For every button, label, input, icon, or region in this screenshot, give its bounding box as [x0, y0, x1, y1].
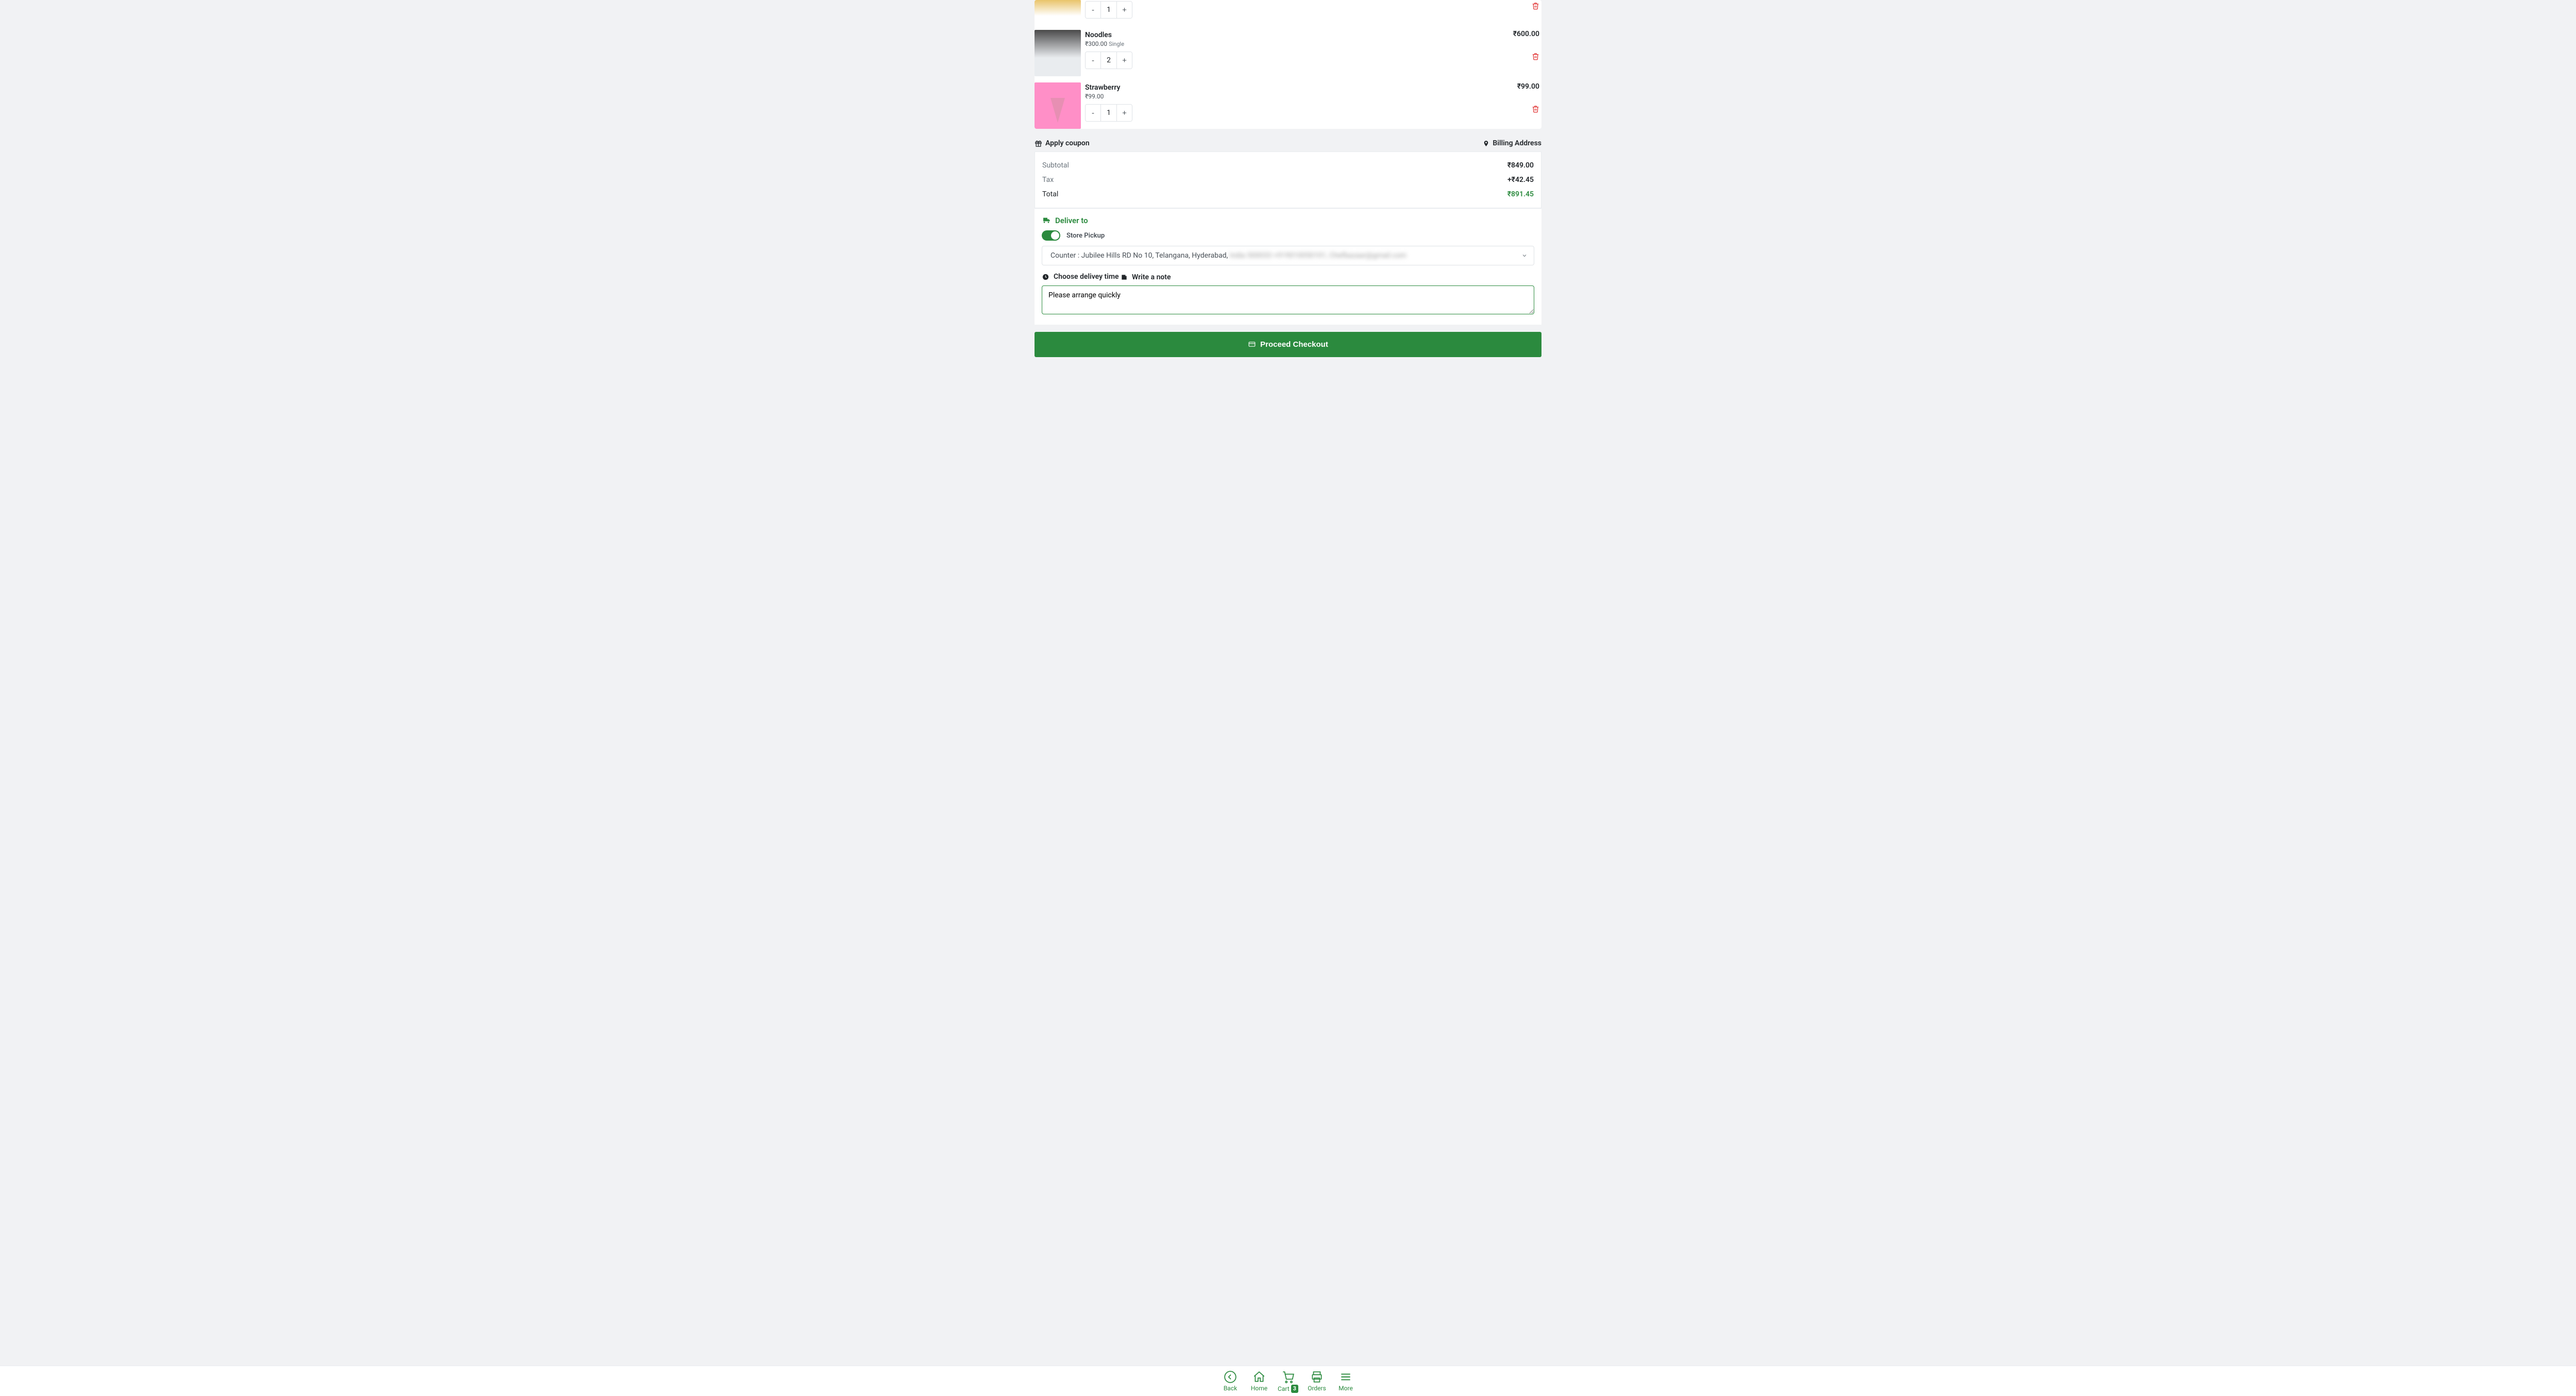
item-image: [1035, 82, 1081, 129]
back-icon: [1224, 1370, 1237, 1384]
nav-back-label: Back: [1224, 1385, 1237, 1392]
item-image: [1035, 30, 1081, 76]
nav-orders-label: Orders: [1308, 1385, 1326, 1392]
store-pickup-label: Store Pickup: [1066, 232, 1105, 240]
line-total: ₹99.00: [1480, 82, 1539, 91]
subtotal-label: Subtotal: [1042, 161, 1069, 170]
cart-icon: [1281, 1370, 1295, 1384]
clock-icon: [1042, 273, 1049, 281]
quantity-stepper[interactable]: - 1 +: [1085, 1, 1132, 19]
trash-icon[interactable]: [1532, 2, 1539, 10]
qty-plus-button[interactable]: +: [1116, 2, 1132, 18]
trash-icon[interactable]: [1532, 53, 1539, 60]
item-name: Noodles: [1085, 31, 1476, 39]
proceed-checkout-button[interactable]: Proceed Checkout: [1035, 332, 1541, 357]
item-price: ₹99.00: [1085, 93, 1476, 100]
qty-minus-button[interactable]: -: [1086, 2, 1101, 18]
subtotal-value: ₹849.00: [1507, 161, 1534, 170]
total-label: Total: [1042, 190, 1058, 198]
nav-more[interactable]: More: [1334, 1370, 1357, 1393]
nav-home[interactable]: Home: [1248, 1370, 1270, 1393]
apply-coupon-link[interactable]: Apply coupon: [1035, 139, 1090, 147]
nav-back[interactable]: Back: [1219, 1370, 1242, 1393]
card-icon: [1248, 341, 1256, 348]
chevron-down-icon: [1521, 253, 1528, 259]
location-icon: [1483, 140, 1489, 147]
billing-address-label: Billing Address: [1493, 139, 1541, 147]
cart-item: Noodles ₹300.00 Single - 2 + ₹600.00: [1035, 27, 1541, 79]
qty-value: 1: [1101, 2, 1116, 18]
tax-value: +₹42.45: [1507, 176, 1534, 184]
summary-box: Subtotal ₹849.00 Tax +₹42.45 Total ₹891.…: [1035, 152, 1541, 208]
note-icon: [1121, 274, 1128, 281]
qty-minus-button[interactable]: -: [1086, 52, 1101, 69]
line-total: ₹600.00: [1480, 30, 1539, 38]
home-icon: [1252, 1370, 1266, 1384]
printer-icon: [1310, 1370, 1324, 1384]
qty-value: 2: [1101, 52, 1116, 69]
counter-value: Counter : Jubilee Hills RD No 10, Telang…: [1050, 251, 1406, 260]
qty-plus-button[interactable]: +: [1116, 105, 1132, 121]
nav-cart-label: Cart 3: [1278, 1385, 1298, 1393]
item-price: ₹300.00 Single: [1085, 40, 1476, 47]
gift-icon: [1035, 140, 1042, 147]
nav-more-label: More: [1338, 1385, 1353, 1392]
apply-coupon-label: Apply coupon: [1045, 139, 1090, 147]
store-pickup-toggle[interactable]: [1042, 230, 1060, 241]
qty-plus-button[interactable]: +: [1116, 52, 1132, 69]
truck-icon: [1042, 216, 1051, 225]
tax-label: Tax: [1042, 176, 1054, 184]
cart-badge: 3: [1291, 1385, 1298, 1393]
item-image: [1035, 0, 1081, 23]
counter-select[interactable]: Counter : Jubilee Hills RD No 10, Telang…: [1042, 246, 1534, 265]
note-textarea[interactable]: [1042, 285, 1534, 314]
nav-cart[interactable]: Cart 3: [1277, 1370, 1299, 1393]
quantity-stepper[interactable]: - 1 +: [1085, 104, 1132, 122]
billing-address-link[interactable]: Billing Address: [1483, 139, 1541, 147]
quantity-stepper[interactable]: - 2 +: [1085, 52, 1132, 69]
menu-icon: [1339, 1370, 1352, 1384]
cart-item: - 1 +: [1035, 0, 1541, 27]
choose-delivery-time[interactable]: Choose delivey time: [1042, 273, 1119, 281]
trash-icon[interactable]: [1532, 105, 1539, 113]
total-value: ₹891.45: [1507, 190, 1534, 198]
cart-item: Strawberry ₹99.00 - 1 + ₹99.00: [1035, 79, 1541, 129]
nav-orders[interactable]: Orders: [1306, 1370, 1328, 1393]
qty-minus-button[interactable]: -: [1086, 105, 1101, 121]
bottom-nav: Back Home Cart 3 Orders More: [0, 1366, 2576, 1396]
nav-home-label: Home: [1251, 1385, 1267, 1392]
deliver-to-heading: Deliver to: [1042, 216, 1088, 225]
qty-value: 1: [1101, 105, 1116, 121]
item-name: Strawberry: [1085, 83, 1476, 92]
write-note-label: Write a note: [1121, 273, 1171, 281]
